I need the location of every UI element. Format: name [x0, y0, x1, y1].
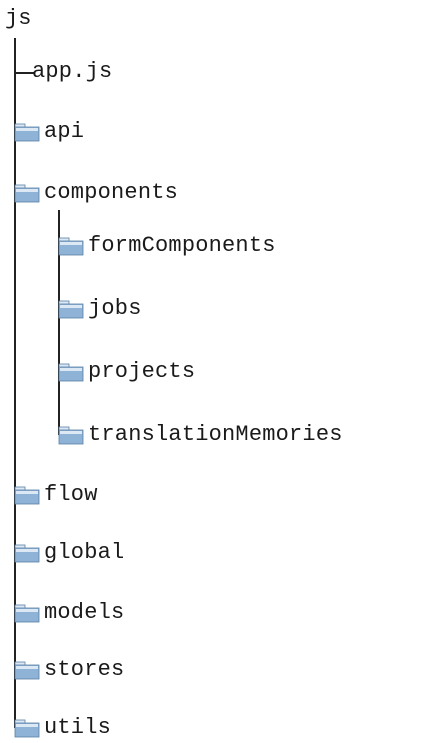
folder-icon	[14, 719, 40, 738]
folder-label-api: api	[44, 119, 85, 144]
folder-label-stores: stores	[44, 657, 125, 682]
folder-label-flow: flow	[44, 482, 98, 507]
folder-components[interactable]: components	[14, 178, 178, 208]
folder-flow[interactable]: flow	[14, 480, 98, 510]
folder-icon	[58, 237, 84, 256]
folder-label-formcomponents: formComponents	[88, 233, 276, 258]
folder-global[interactable]: global	[14, 538, 124, 568]
folder-icon	[14, 486, 40, 505]
folder-icon	[14, 184, 40, 203]
folder-formcomponents[interactable]: formComponents	[58, 231, 276, 261]
folder-icon	[58, 426, 84, 445]
folder-label-translationmemories: translationMemories	[88, 422, 343, 447]
folder-jobs[interactable]: jobs	[58, 294, 142, 324]
folder-stores[interactable]: stores	[14, 655, 124, 685]
connector-app-js	[14, 72, 34, 74]
folder-label-projects: projects	[88, 359, 196, 384]
folder-models[interactable]: models	[14, 598, 124, 628]
folder-icon	[14, 123, 40, 142]
folder-label-components: components	[44, 180, 179, 205]
file-label-app-js: app.js	[32, 59, 113, 84]
folder-icon	[58, 363, 84, 382]
folder-icon	[14, 604, 40, 623]
folder-icon	[58, 300, 84, 319]
folder-api[interactable]: api	[14, 117, 84, 147]
root-folder-label: js	[5, 6, 32, 31]
file-app-js[interactable]: app.js	[32, 57, 112, 87]
folder-label-jobs: jobs	[88, 296, 142, 321]
folder-translationmemories[interactable]: translationMemories	[58, 420, 343, 450]
file-tree: js app.js api components formComponents …	[0, 0, 425, 742]
folder-icon	[14, 544, 40, 563]
folder-projects[interactable]: projects	[58, 357, 195, 387]
folder-label-models: models	[44, 600, 125, 625]
folder-label-global: global	[44, 540, 125, 565]
folder-icon	[14, 661, 40, 680]
folder-label-utils: utils	[44, 715, 112, 740]
folder-utils[interactable]: utils	[14, 713, 111, 743]
